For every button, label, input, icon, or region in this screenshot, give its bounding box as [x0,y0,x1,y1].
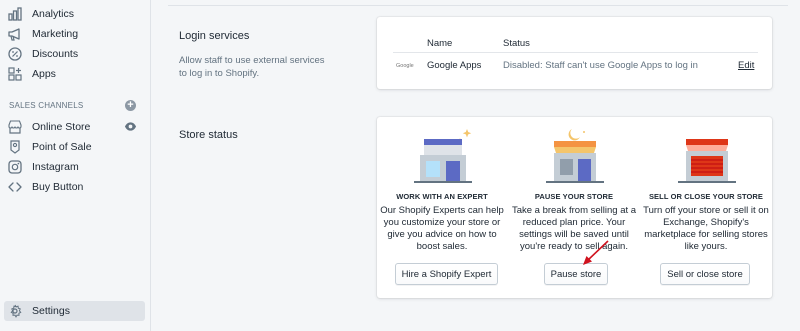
option-heading: SELL OR CLOSE YOUR STORE [648,192,764,201]
google-logo: Google [396,63,414,69]
option-description: Take a break from selling at a reduced p… [511,205,637,252]
sidebar-item-apps[interactable]: Apps [4,64,145,84]
service-status: Disabled: Staff can't use Google Apps to… [503,60,698,71]
sidebar-item-label: Buy Button [32,181,84,193]
sidebar-item-label: Apps [32,68,56,80]
sidebar-item-analytics[interactable]: Analytics [4,4,145,24]
location-pin-icon [8,140,22,154]
sidebar-item-marketing[interactable]: Marketing [4,24,145,44]
sidebar-item-label: Online Store [32,121,91,133]
sidebar-item-online-store[interactable]: Online Store [4,117,145,137]
red-arrow-annotation [583,240,609,265]
main-content: Login services Allow staff to use extern… [151,0,800,331]
megaphone-icon [8,27,22,41]
apps-grid-icon [8,67,22,81]
sell-or-close-store-button[interactable]: Sell or close store [660,263,750,285]
option-heading: PAUSE YOUR STORE [534,192,614,201]
hire-expert-button[interactable]: Hire a Shopify Expert [395,263,498,285]
sidebar-item-instagram[interactable]: Instagram [4,157,145,177]
bar-chart-icon [8,7,22,21]
login-services-card: Name Status Google Google Apps Disabled:… [377,17,772,89]
column-header-name: Name [427,38,453,49]
sidebar-item-point-of-sale[interactable]: Point of Sale [4,137,145,157]
table-divider [393,52,758,53]
sidebar-item-label: Point of Sale [32,141,92,153]
login-services-title: Login services [179,30,250,42]
sidebar-item-label: Analytics [32,8,75,20]
storefront-sparkle-illustration [414,129,472,183]
sidebar-item-label: Instagram [32,161,79,173]
option-heading: WORK WITH AN EXPERT [396,192,488,201]
store-status-card: WORK WITH AN EXPERT Our Shopify Experts … [377,117,772,298]
section-divider [168,5,788,6]
sidebar-item-label: Marketing [32,28,79,40]
login-services-description: Allow staff to use external services to … [179,55,325,79]
service-name: Google Apps [427,60,482,71]
sidebar-item-label: Discounts [32,48,79,60]
sidebar-item-settings[interactable]: Settings [4,301,145,321]
add-channel-icon[interactable]: + [125,100,136,111]
store-icon [8,120,22,134]
discount-icon [8,47,22,61]
sales-channels-heading: SALES CHANNELS [9,101,84,110]
instagram-icon [8,160,22,174]
sidebar-item-discounts[interactable]: Discounts [4,44,145,64]
gear-icon [8,304,22,318]
storefront-closed-illustration [678,139,736,183]
storefront-moon-illustration [546,129,604,183]
edit-login-link[interactable]: Edit [738,60,754,71]
column-header-status: Status [503,38,530,49]
option-description: Our Shopify Experts can help you customi… [380,205,504,252]
code-icon [8,180,22,194]
sidebar-item-label: Settings [32,305,70,317]
option-description: Turn off your store or sell it on Exchan… [643,205,769,252]
sidebar: Analytics Marketing Discounts Apps SALES… [0,0,151,331]
sidebar-item-buy-button[interactable]: Buy Button [4,177,145,197]
store-status-title: Store status [179,129,238,141]
eye-icon[interactable] [124,120,137,133]
